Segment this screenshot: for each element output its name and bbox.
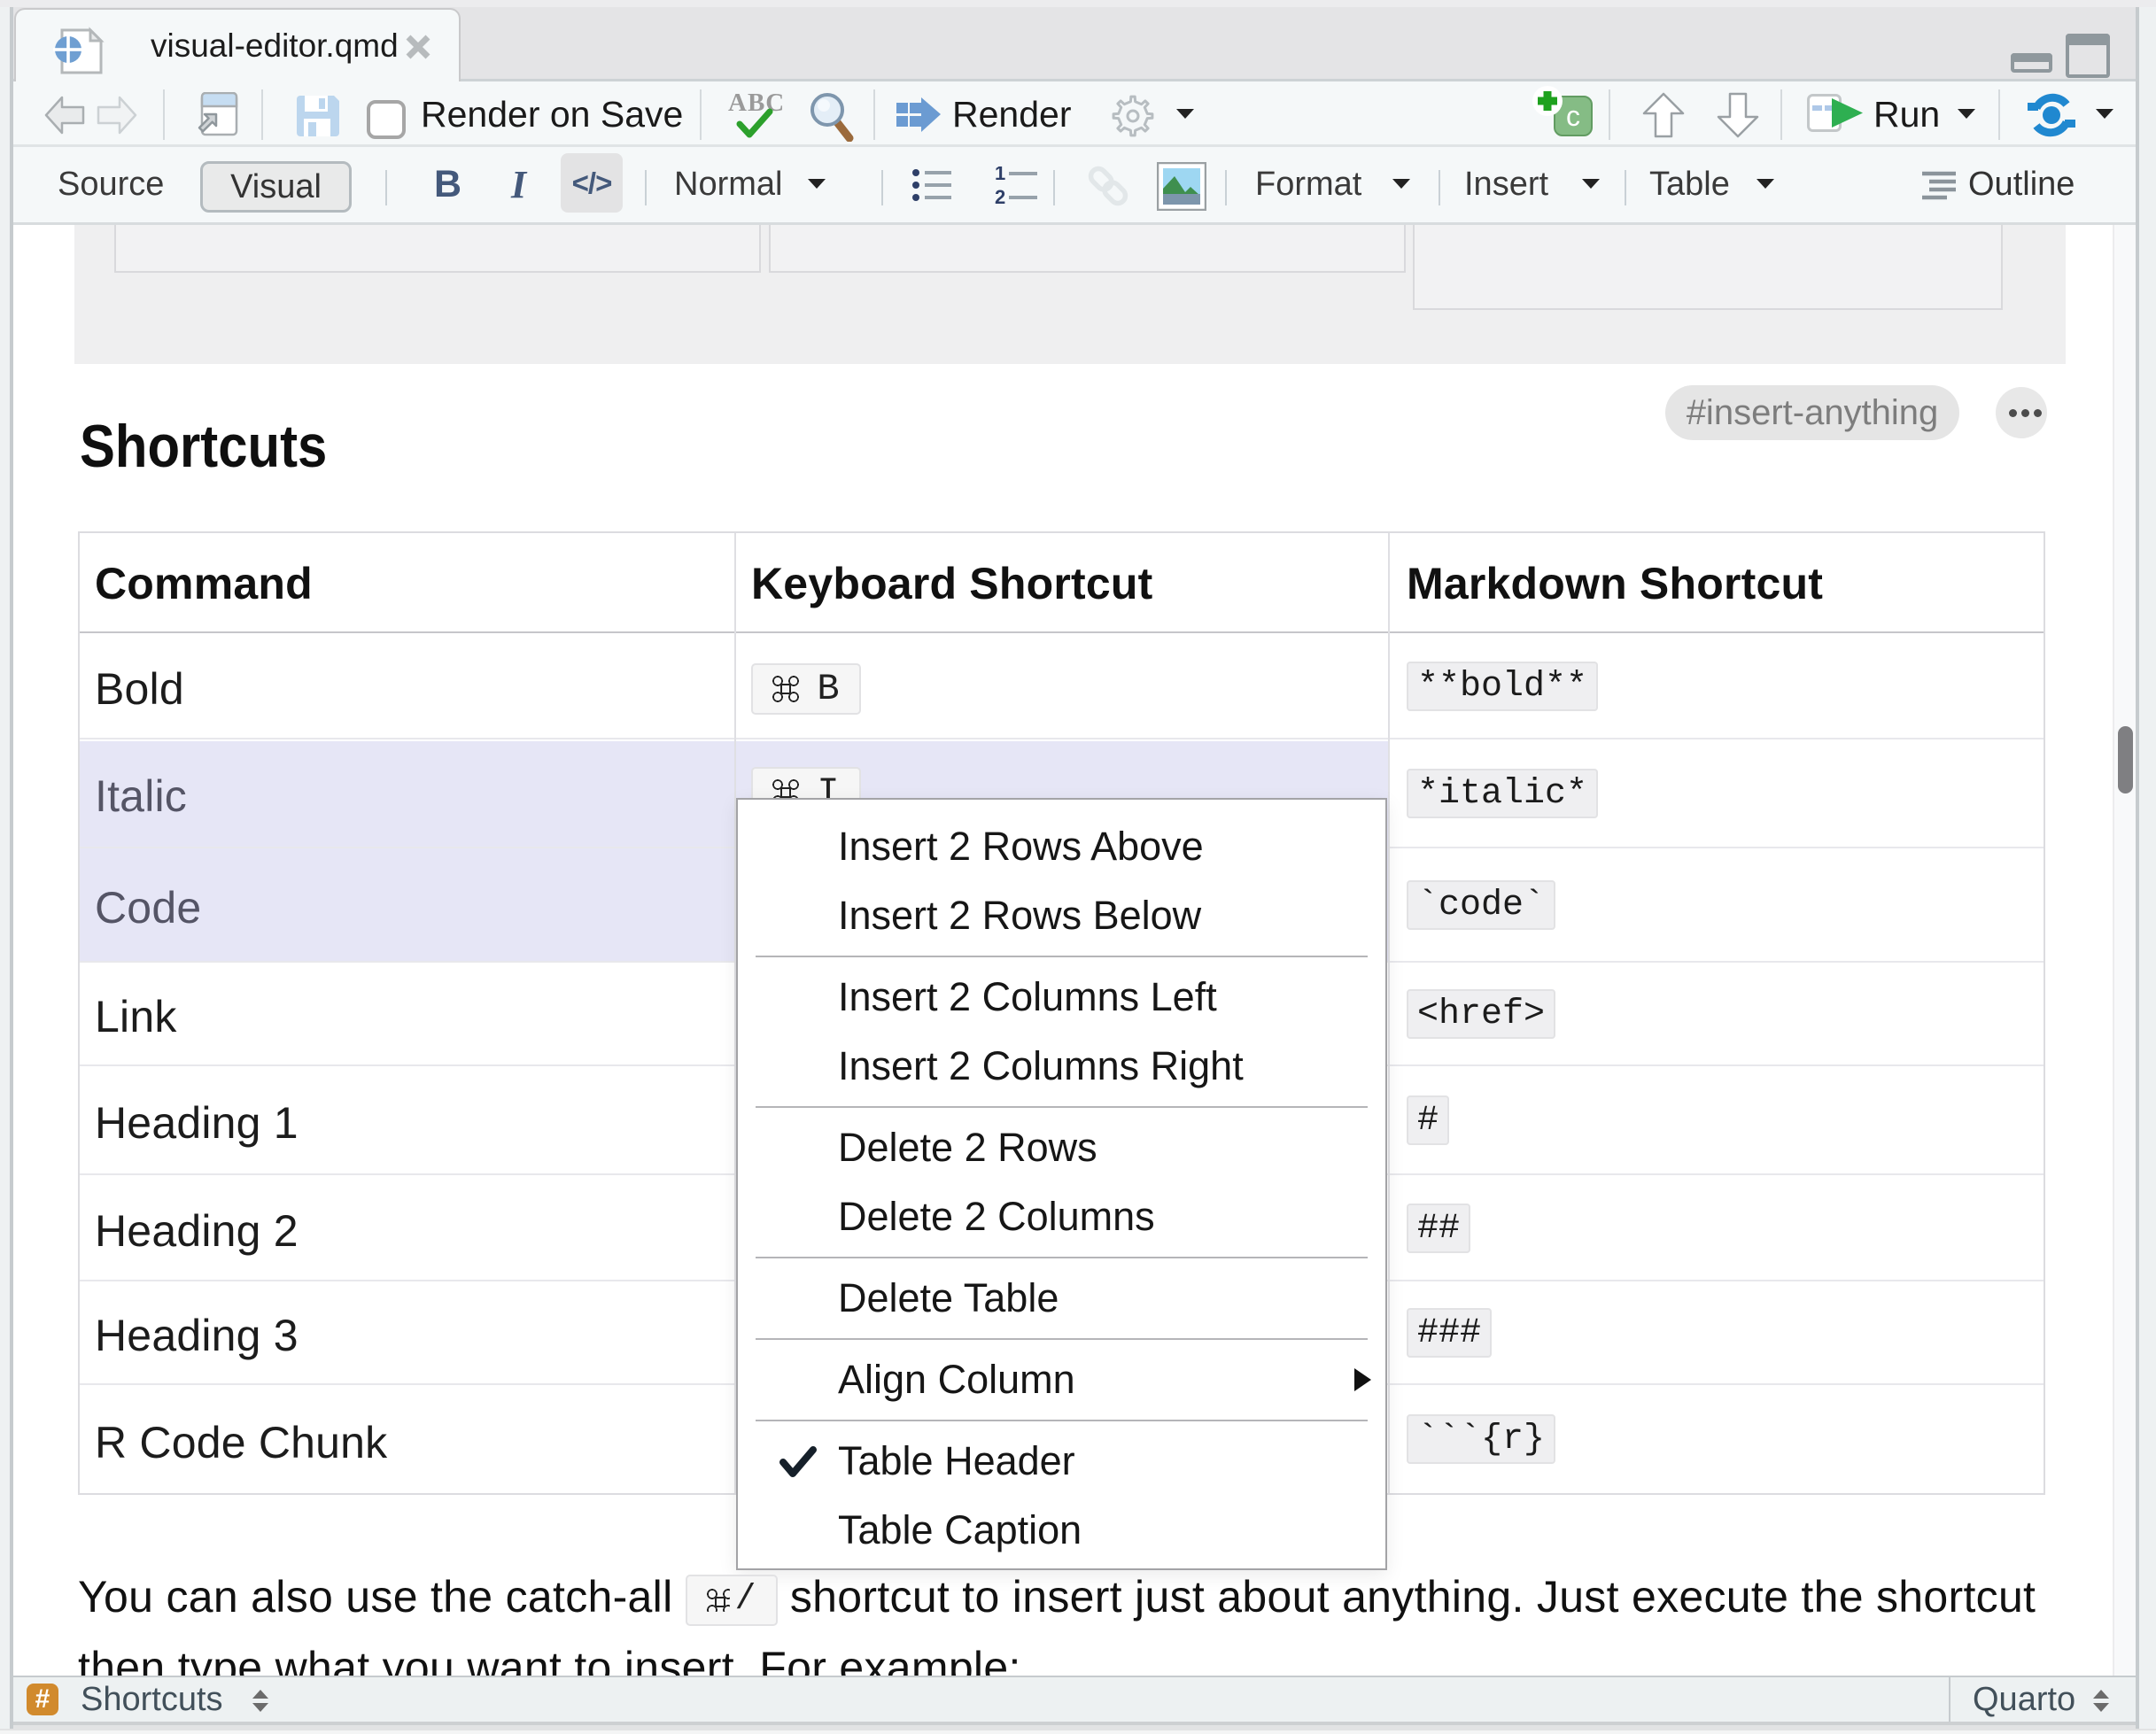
svg-text:1: 1 bbox=[995, 166, 1005, 184]
svg-text:2: 2 bbox=[995, 186, 1005, 205]
